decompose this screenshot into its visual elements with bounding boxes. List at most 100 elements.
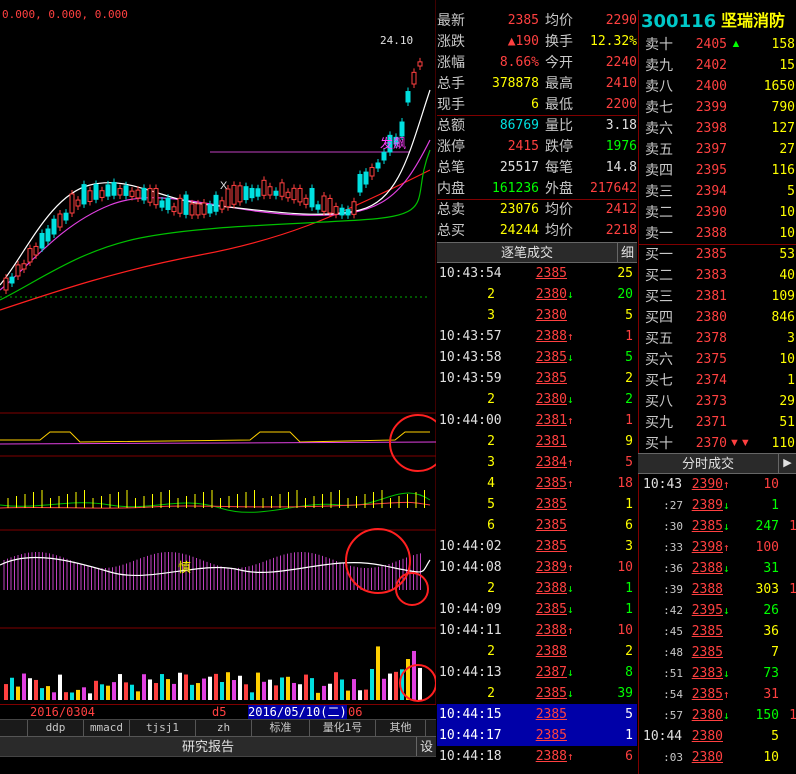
- bid-row[interactable]: 买六 2375 10: [639, 349, 796, 370]
- order-price: 2388: [695, 226, 727, 241]
- bid-row[interactable]: 买九 2371 51: [639, 412, 796, 433]
- trade-row[interactable]: 10:43:58 2385 ↓ 5: [437, 347, 637, 368]
- bid-row[interactable]: 买十 2370 ▼▼ 110: [639, 433, 796, 454]
- volume-bar: [238, 675, 242, 700]
- minute-price: 2388: [691, 561, 723, 576]
- order-volume: 10: [779, 226, 795, 241]
- trade-row[interactable]: 3 2384 ↑ 5: [437, 452, 637, 473]
- volume-bar: [364, 689, 368, 700]
- trade-row[interactable]: 10:43:59 2385 2: [437, 368, 637, 389]
- minute-trade-row[interactable]: :42 2395 ↓ 26: [639, 600, 796, 621]
- trade-volume: 20: [617, 287, 633, 302]
- trade-row[interactable]: 10:44:09 2385 ↓ 1: [437, 599, 637, 620]
- quote-separator: [437, 115, 637, 116]
- order-price: 2397: [695, 142, 727, 157]
- minute-trade-row[interactable]: :03 2380 10: [639, 747, 796, 768]
- tab-mmacd[interactable]: mmacd: [84, 720, 130, 737]
- trade-row[interactable]: 10:44:15 2385 5: [437, 704, 637, 725]
- minute-trade-row[interactable]: :33 2398 ↑ 100: [639, 537, 796, 558]
- trades-list[interactable]: 10:43:54 2385 25 2 2380 ↓ 20 3 2380 5 10:43:57 2388…: [437, 263, 637, 774]
- ask-row[interactable]: 卖十 2405 ▲ 158: [639, 34, 796, 55]
- trade-price: 2381: [535, 413, 567, 428]
- ask-row[interactable]: 卖二 2390 10: [639, 202, 796, 223]
- quote-value: ▲190: [507, 34, 539, 49]
- volume-bar: [160, 674, 164, 700]
- trade-row[interactable]: 2 2388 2: [437, 641, 637, 662]
- minute-trade-row[interactable]: 10:43 2390 ↑ 10: [639, 474, 796, 495]
- research-report-button[interactable]: 研究报告: [0, 737, 416, 757]
- minute-trade-row[interactable]: :57 2380↓ 1501: [639, 705, 796, 726]
- tab-quant1[interactable]: 量化1号: [310, 720, 376, 737]
- tab-ddp[interactable]: ddp: [28, 720, 84, 737]
- trade-row[interactable]: 10:44:18 2388 ↑ 6: [437, 746, 637, 767]
- minute-trade-row[interactable]: 10:44 2380 5: [639, 726, 796, 747]
- ask-row[interactable]: 卖三 2394 5: [639, 181, 796, 202]
- candle-body: [165, 197, 171, 211]
- trades-detail-button[interactable]: 细: [617, 243, 637, 262]
- ask-row[interactable]: 卖一 2388 10: [639, 223, 796, 244]
- trade-row[interactable]: 3 2380 5: [437, 305, 637, 326]
- trade-row[interactable]: 10:44:17 2385 1: [437, 725, 637, 746]
- trade-row[interactable]: 10:43:57 2388 ↑ 1: [437, 326, 637, 347]
- minute-trades-title: 分时成交: [681, 456, 734, 471]
- minute-trade-row[interactable]: :51 2383 ↓ 73: [639, 663, 796, 684]
- bid-row[interactable]: 买八 2373 29: [639, 391, 796, 412]
- ask-row[interactable]: 卖八 2400 1650: [639, 76, 796, 97]
- ask-row[interactable]: 卖九 2402 15: [639, 55, 796, 76]
- minute-volume: 31: [763, 561, 779, 576]
- ask-row[interactable]: 卖六 2398 127: [639, 118, 796, 139]
- trade-price: 2385: [535, 518, 567, 533]
- order-price: 2398: [695, 121, 727, 136]
- tab-other[interactable]: 其他: [376, 720, 426, 737]
- bid-row[interactable]: 买七 2374 1: [639, 370, 796, 391]
- minute-trade-row[interactable]: :39 2388 3031: [639, 579, 796, 600]
- settings-button[interactable]: 设: [416, 737, 436, 757]
- minute-trade-row[interactable]: :36 2388 ↓ 31: [639, 558, 796, 579]
- minute-trade-row[interactable]: :30 2385↓ 2471: [639, 516, 796, 537]
- bid-row[interactable]: 买一 2385 53: [639, 244, 796, 265]
- quote-row: 涨跌 ▲190 换手 12.32%: [437, 31, 637, 52]
- trade-price: 2388: [535, 581, 567, 596]
- kline-chart-canvas[interactable]: [0, 0, 436, 705]
- tab-zh[interactable]: zh: [196, 720, 252, 737]
- volume-bar: [202, 678, 206, 700]
- quote-value: 2290: [605, 13, 637, 28]
- trade-time: 10:44:13: [439, 665, 502, 680]
- date-left: 2016/0304: [30, 705, 96, 719]
- trade-row[interactable]: 2 2381 9: [437, 431, 637, 452]
- minute-trades-list[interactable]: 10:432390↑10:272389↓1:302385↓2471:332398…: [638, 474, 796, 774]
- bid-row[interactable]: 买二 2383 40: [639, 265, 796, 286]
- ask-row[interactable]: 卖五 2397 27: [639, 139, 796, 160]
- bid-row[interactable]: 买三 2381 109: [639, 286, 796, 307]
- ask-row[interactable]: 卖七 2399 790: [639, 97, 796, 118]
- trade-row[interactable]: 10:44:02 2385 3: [437, 536, 637, 557]
- trade-row[interactable]: 6 2385 6: [437, 515, 637, 536]
- quote-value: 23076: [499, 202, 539, 217]
- minute-next-button[interactable]: ▶: [778, 454, 796, 473]
- minute-trade-row[interactable]: :27 2389 ↓ 1: [639, 495, 796, 516]
- trade-row[interactable]: 10:44:11 2388 ↑ 10: [437, 620, 637, 641]
- trade-row[interactable]: 10:44:00 2381 ↑ 1: [437, 410, 637, 431]
- bid-row[interactable]: 买四 2380 846: [639, 307, 796, 328]
- minute-trade-row[interactable]: :45 2385 36: [639, 621, 796, 642]
- ask-row[interactable]: 卖四 2395 116: [639, 160, 796, 181]
- trade-row[interactable]: 10:44:13 2387 ↓ 8: [437, 662, 637, 683]
- candle-body: [267, 186, 273, 196]
- trade-row[interactable]: 10:43:54 2385 25: [437, 263, 637, 284]
- minute-trade-row[interactable]: :54 2385 ↑ 31: [639, 684, 796, 705]
- down-arrow-icon: ↓: [723, 499, 730, 512]
- trade-row[interactable]: 2 2380 ↓ 20: [437, 284, 637, 305]
- trade-row[interactable]: 2 2380 ↓ 2: [437, 389, 637, 410]
- trade-row[interactable]: 2 2385 ↓ 39: [437, 683, 637, 704]
- candle-body: [285, 191, 291, 199]
- tab-standard[interactable]: 标准: [252, 720, 310, 737]
- trade-row[interactable]: 5 2385 1: [437, 494, 637, 515]
- bid-row[interactable]: 买五 2378 3: [639, 328, 796, 349]
- trade-row[interactable]: 4 2385 ↑ 18: [437, 473, 637, 494]
- minute-trade-row[interactable]: :48 2385 7: [639, 642, 796, 663]
- tab-tjsj1[interactable]: tjsj1: [130, 720, 196, 737]
- trade-row[interactable]: 2 2388 ↓ 1: [437, 578, 637, 599]
- trade-row[interactable]: 10:44:08 2389 ↑ 10: [437, 557, 637, 578]
- trade-price: 2385: [535, 686, 567, 701]
- kline-chart-area[interactable]: 0.000, 0.000, 0.000 24.10 发飙 X 慎: [0, 0, 436, 705]
